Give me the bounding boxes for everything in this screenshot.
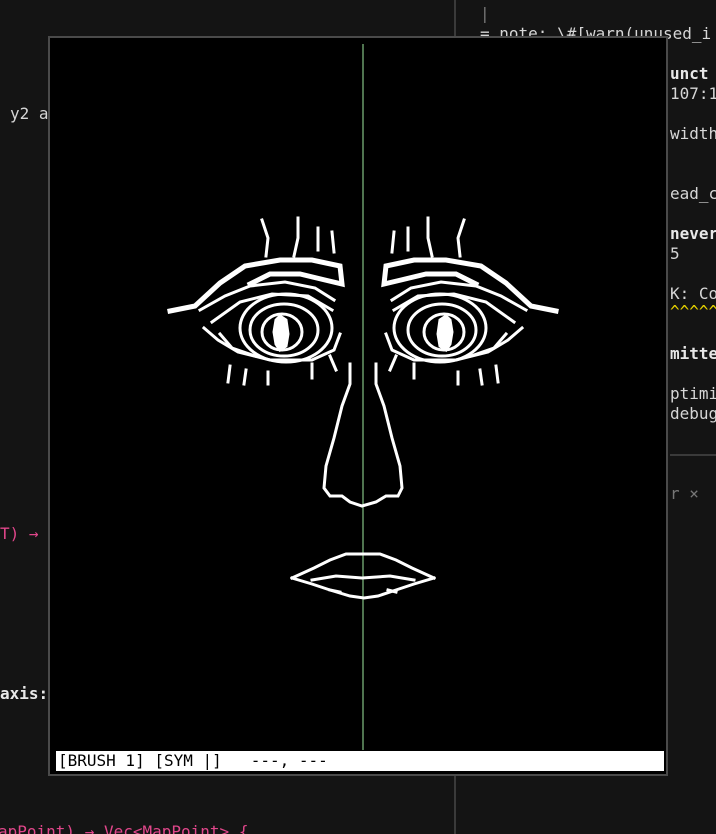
left-eye [167, 216, 345, 386]
pane-divider-bottom [454, 780, 456, 834]
code-fragment: unct [670, 64, 709, 83]
drawing-canvas[interactable] [50, 38, 666, 774]
code-fragment: ead_c [670, 184, 716, 203]
code-fragment: 107:1 [670, 84, 716, 103]
code-fragment: axis: [0, 684, 49, 703]
code-fragment: mitte [670, 344, 716, 363]
code-fragment: never [670, 224, 716, 243]
code-fragment: y2 a [10, 104, 49, 123]
pane-rule [670, 454, 716, 456]
close-label[interactable]: r × [670, 484, 699, 504]
drawing-canvas-window[interactable]: [BRUSH 1] [SYM |] ---, --- [48, 36, 668, 776]
brush-indicator: [BRUSH 1] [58, 751, 145, 770]
code-fragment: apPoint) → Vec<MapPoint> { [0, 822, 249, 834]
code-fragment: debug [670, 404, 716, 423]
error-underline: ^^^^^ [670, 302, 716, 321]
code-fragment: K: Co [670, 284, 716, 303]
code-fragment: 5 [670, 244, 680, 263]
symmetry-indicator: [SYM |] [154, 751, 222, 770]
gutter-bar: | [480, 4, 490, 23]
cursor-coordinates: ---, --- [250, 751, 328, 770]
code-fragment: T) → [0, 524, 39, 543]
canvas-status-bar: [BRUSH 1] [SYM |] ---, --- [56, 751, 664, 771]
code-fragment: ptimi [670, 384, 716, 403]
code-fragment: width [670, 124, 716, 143]
right-eye [381, 216, 559, 386]
